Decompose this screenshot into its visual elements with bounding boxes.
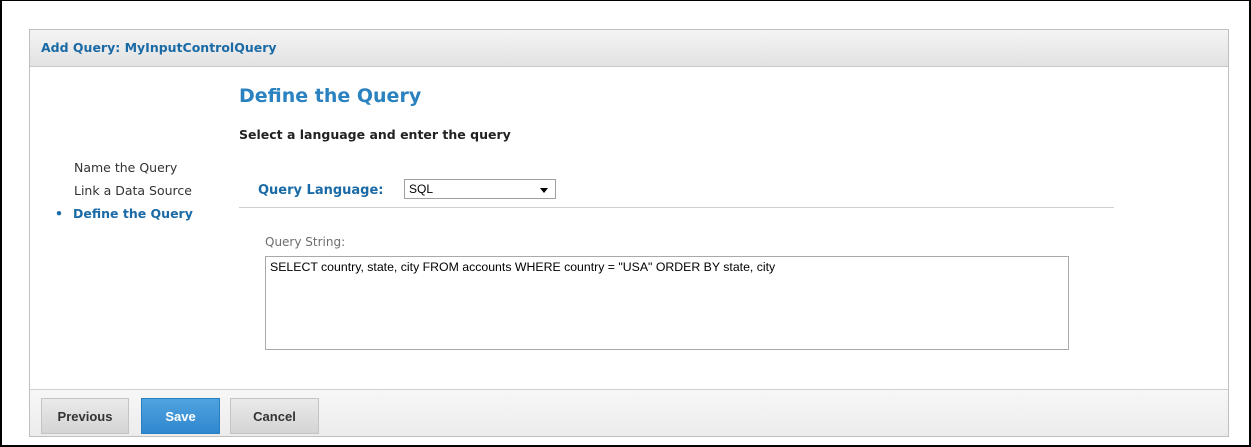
page-subtitle: Select a language and enter the query (239, 127, 511, 142)
dialog-title-bar: Add Query: MyInputControlQuery (30, 30, 1228, 67)
chevron-down-icon (540, 188, 548, 193)
step-name-the-query[interactable]: Name the Query (74, 160, 177, 175)
save-button[interactable]: Save (141, 398, 220, 434)
query-language-label: Query Language: (258, 183, 384, 198)
divider (239, 207, 1114, 208)
previous-button[interactable]: Previous (41, 398, 129, 434)
add-query-dialog: Add Query: MyInputControlQuery Name the … (29, 29, 1229, 437)
query-string-textarea[interactable]: SELECT country, state, city FROM account… (265, 256, 1069, 350)
query-language-value: SQL (409, 182, 434, 196)
current-step-bullet-icon: • (55, 206, 63, 221)
step-label: Define the Query (73, 206, 193, 221)
step-label: Name the Query (74, 160, 178, 175)
query-language-select[interactable]: SQL (404, 179, 556, 199)
cancel-button[interactable]: Cancel (230, 398, 319, 434)
step-label: Link a Data Source (74, 183, 192, 198)
step-define-the-query[interactable]: • Define the Query (55, 206, 193, 221)
query-string-label: Query String: (265, 235, 346, 249)
step-link-a-data-source[interactable]: Link a Data Source (74, 183, 192, 198)
dialog-footer: Previous Save Cancel (30, 389, 1228, 436)
page-title: Define the Query (239, 85, 422, 107)
dialog-title: Add Query: MyInputControlQuery (41, 40, 277, 55)
